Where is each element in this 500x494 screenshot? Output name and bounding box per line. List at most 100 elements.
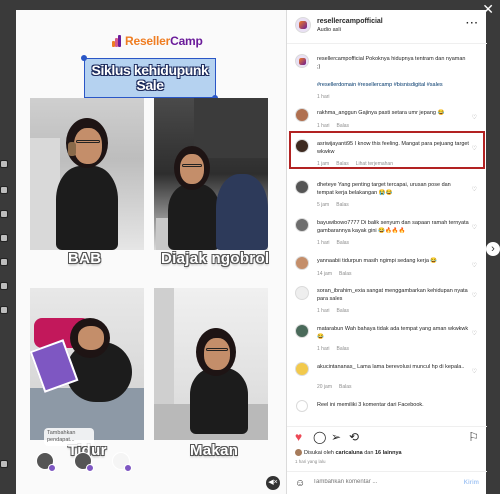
comment-like-icon[interactable]: ♡ bbox=[472, 368, 477, 375]
menu-icon[interactable] bbox=[0, 460, 8, 468]
search-icon[interactable] bbox=[0, 186, 8, 194]
caption-bab: BAB bbox=[68, 250, 102, 267]
photo-makan bbox=[154, 288, 268, 440]
author-username[interactable]: resellercampofficial bbox=[317, 18, 383, 25]
reels-icon[interactable] bbox=[0, 234, 8, 242]
comment-username[interactable]: akucintananas_ bbox=[317, 364, 356, 370]
liker-avatar bbox=[295, 449, 302, 456]
reply-button[interactable]: Balas bbox=[339, 384, 352, 390]
comment-text: Lama lama berevolusi muncul hp di kepala… bbox=[357, 364, 465, 370]
post-panel: resellercampofficial Audio asli ··· rese… bbox=[286, 10, 487, 494]
post-time: 1 hari yang lalu bbox=[295, 459, 326, 464]
author-avatar[interactable] bbox=[295, 17, 311, 33]
comment-like-icon[interactable]: ♡ bbox=[472, 224, 477, 231]
liker-username[interactable]: caricaluna bbox=[336, 450, 363, 456]
comment-icon[interactable]: ◯ bbox=[313, 431, 326, 443]
reply-button[interactable]: Balas bbox=[336, 161, 349, 167]
photo-diajak-ngobrol bbox=[154, 98, 268, 250]
create-icon[interactable] bbox=[0, 306, 8, 314]
comment-age: 20 jam bbox=[317, 384, 333, 390]
comment-like-icon[interactable]: ♡ bbox=[472, 114, 477, 121]
post-actions: ♥ ◯ ➢ ⟲ ⚐ Disukai oleh caricaluna dan 16… bbox=[287, 426, 487, 494]
tag-badge-icon bbox=[86, 464, 94, 472]
brand-name-a: Reseller bbox=[125, 34, 171, 48]
reply-button[interactable]: Balas bbox=[337, 346, 350, 352]
comments-list[interactable]: resellercampofficial Pokoknya hidupnya t… bbox=[287, 44, 487, 432]
commenter-avatar[interactable] bbox=[295, 218, 309, 232]
commenter-avatar[interactable] bbox=[295, 324, 309, 338]
reply-button[interactable]: Balas bbox=[337, 123, 350, 129]
reply-button[interactable]: Balas bbox=[339, 271, 352, 277]
resize-handle bbox=[81, 55, 87, 61]
home-icon[interactable] bbox=[0, 160, 8, 168]
add-opinion-bubble[interactable]: Tambahkan pendapat... bbox=[44, 428, 94, 446]
commenter-avatar[interactable] bbox=[295, 286, 309, 300]
comment-username[interactable]: matarabun bbox=[317, 326, 343, 332]
comment-age: 1 hari bbox=[317, 123, 330, 129]
commenter-avatar[interactable] bbox=[295, 362, 309, 376]
commenter-avatar[interactable] bbox=[295, 139, 309, 153]
brand-logo: ResellerCamp bbox=[112, 34, 203, 48]
reel-title-box: Siklus kehidupunk Sale bbox=[84, 58, 216, 98]
app-sidebar-rail bbox=[0, 0, 14, 494]
reply-button[interactable]: Balas bbox=[337, 308, 350, 314]
reel-media[interactable]: ResellerCamp Siklus kehidupunk Sale BAB bbox=[16, 10, 286, 494]
caption-diajak-ngobrol: Diajak ngobrol bbox=[161, 250, 270, 267]
caption-makan: Makan bbox=[190, 442, 239, 459]
comment-username[interactable]: bayuwibowo7777 bbox=[317, 220, 360, 226]
comment-like-icon[interactable]: ♡ bbox=[472, 262, 477, 269]
photo-bab bbox=[30, 98, 144, 250]
post-comment-button[interactable]: Kirim bbox=[464, 480, 479, 486]
caption-username[interactable]: resellercampofficial bbox=[317, 56, 364, 62]
liked-by[interactable]: Disukai oleh caricaluna dan 16 lainnya bbox=[295, 449, 402, 456]
comment-like-icon[interactable]: ♡ bbox=[472, 330, 477, 337]
comment-text: tidurpun masih ngimpi sedang kerja 😂 bbox=[342, 258, 438, 264]
tagged-accounts: Tambahkan pendapat... bbox=[36, 428, 146, 478]
author-avatar[interactable] bbox=[295, 54, 309, 68]
comment-composer: ☺ Kirim bbox=[287, 471, 487, 494]
reply-button[interactable]: Balas bbox=[336, 202, 349, 208]
comment-username[interactable]: yannaabii bbox=[317, 258, 341, 264]
tag-badge-icon bbox=[48, 464, 56, 472]
comment-age: 1 hari bbox=[317, 308, 330, 314]
explore-icon[interactable] bbox=[0, 210, 8, 218]
comment-text: Yang penting target tercapai, urusan pos… bbox=[317, 182, 451, 196]
comment-like-icon[interactable]: ♡ bbox=[472, 292, 477, 299]
comment-like-icon[interactable]: ♡ bbox=[472, 186, 477, 193]
reply-button[interactable]: Balas bbox=[337, 240, 350, 246]
likes-count[interactable]: 16 lainnya bbox=[375, 450, 402, 456]
comment-age: 1 hari bbox=[317, 346, 330, 352]
comment-username[interactable]: asriwijayanti95 bbox=[317, 141, 353, 147]
facebook-icon bbox=[296, 400, 308, 412]
bookmark-icon[interactable]: ⚐ bbox=[468, 431, 479, 443]
heart-icon[interactable]: ♥ bbox=[295, 431, 302, 443]
commenter-avatar[interactable] bbox=[295, 256, 309, 270]
commenter-avatar[interactable] bbox=[295, 180, 309, 194]
comment-age: 1 hari bbox=[317, 240, 330, 246]
post-modal: ResellerCamp Siklus kehidupunk Sale BAB bbox=[16, 10, 487, 494]
share-icon[interactable]: ➢ bbox=[331, 431, 341, 443]
emoji-icon[interactable]: ☺ bbox=[295, 478, 305, 489]
comment-username[interactable]: dheteye bbox=[317, 182, 337, 188]
facebook-note-text[interactable]: Reel ini memiliki 3 komentar dari Facebo… bbox=[317, 402, 424, 408]
repost-icon[interactable]: ⟲ bbox=[349, 431, 359, 443]
comment-age: 1 jam bbox=[317, 161, 330, 167]
comment-age: 14 jam bbox=[317, 271, 333, 277]
mute-icon[interactable]: ◀× bbox=[266, 476, 280, 490]
next-post-icon[interactable]: › bbox=[486, 242, 500, 256]
audio-label[interactable]: Audio asli bbox=[317, 27, 341, 33]
logo-mark-icon bbox=[112, 35, 122, 47]
commenter-avatar[interactable] bbox=[295, 108, 309, 122]
brand-name-b: Camp bbox=[170, 34, 203, 48]
see-translation-link[interactable]: Lihat terjemahan bbox=[356, 161, 393, 167]
more-options-icon[interactable]: ··· bbox=[466, 18, 479, 29]
comment-username[interactable]: rakhma_anggun bbox=[317, 110, 357, 116]
comment-like-icon[interactable]: ♡ bbox=[472, 145, 477, 152]
notifications-icon[interactable] bbox=[0, 282, 8, 290]
comment-input[interactable] bbox=[313, 479, 453, 485]
comment-username[interactable]: soran_ibrahim_exia bbox=[317, 288, 365, 294]
tag-badge-icon bbox=[124, 464, 132, 472]
messages-icon[interactable] bbox=[0, 258, 8, 266]
comment-text: Gajinya pasti setara umr jepang 😂 bbox=[358, 110, 445, 116]
caption-hashtags[interactable]: #resellerdomain #resellercamp #bisnisdig… bbox=[317, 82, 469, 90]
